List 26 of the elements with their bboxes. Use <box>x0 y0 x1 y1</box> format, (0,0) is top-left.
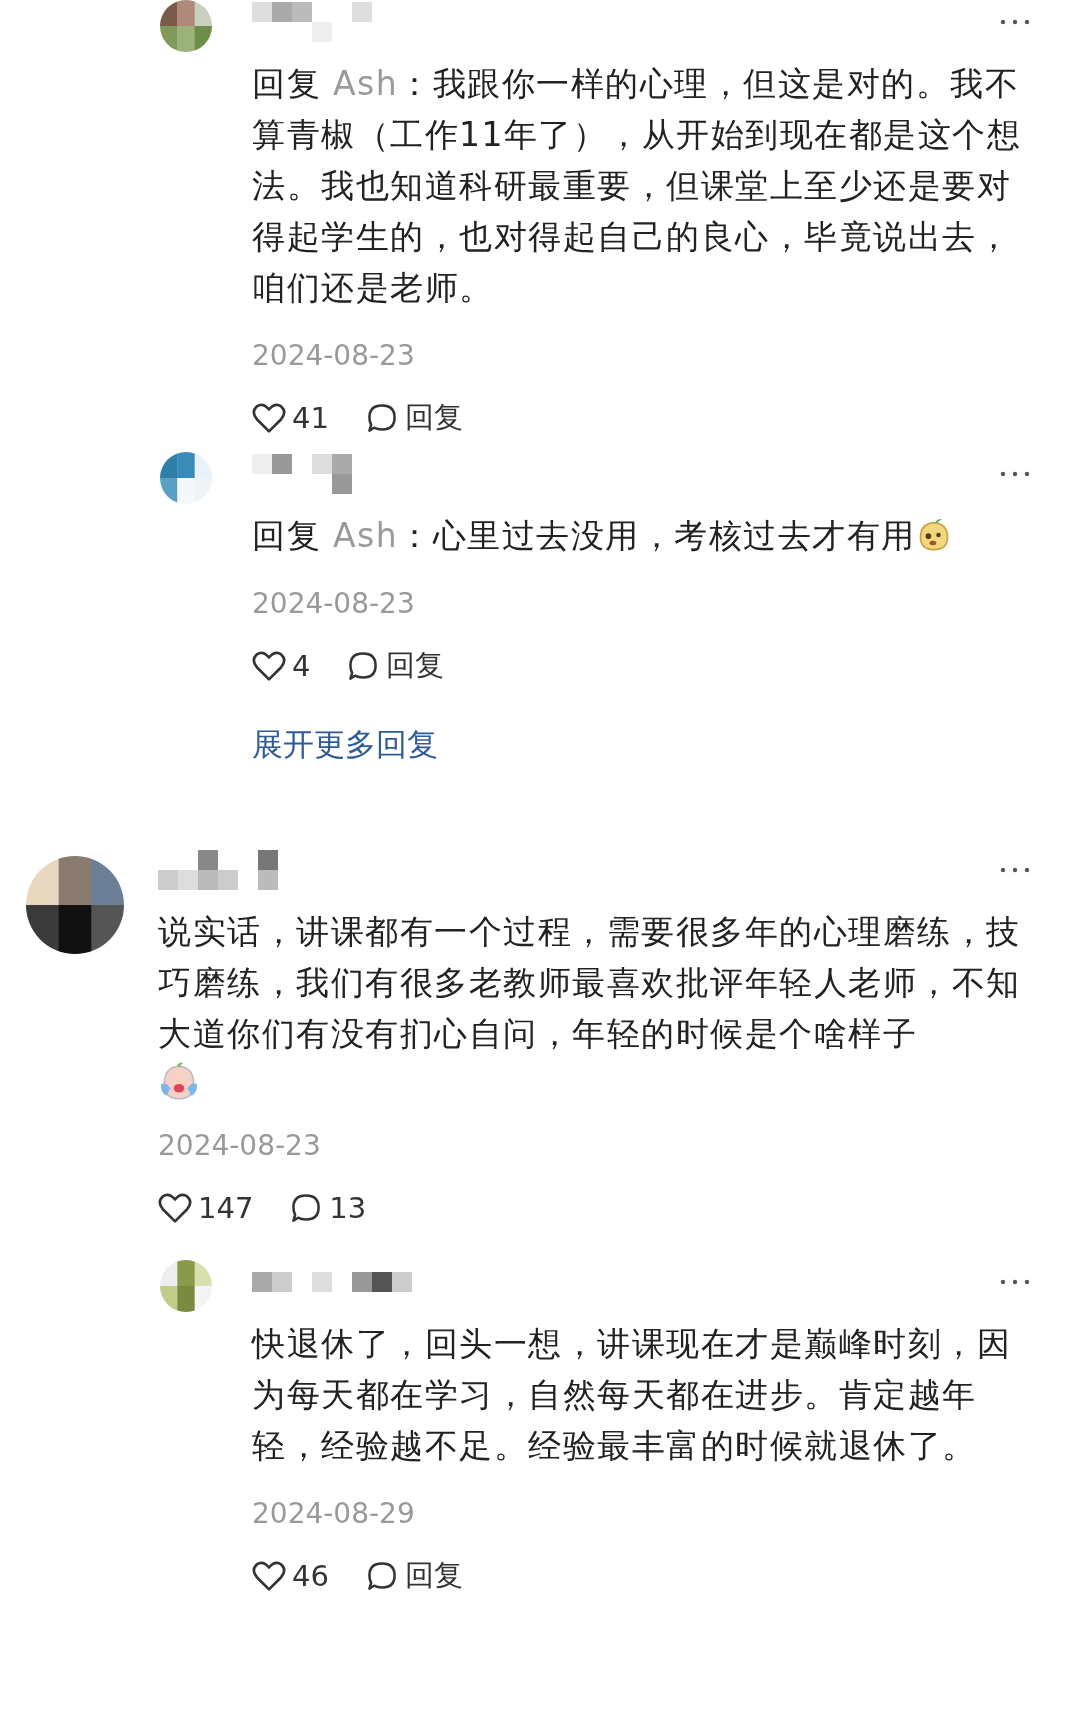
emoji-icon <box>158 1061 200 1103</box>
comment-date: 2024-08-29 <box>252 1497 416 1530</box>
heart-icon <box>252 402 286 434</box>
more-icon[interactable] <box>1000 867 1030 873</box>
expand-replies-link[interactable]: 展开更多回复 <box>252 724 1030 766</box>
like-button[interactable]: 147 <box>158 1191 254 1225</box>
comment-date: 2024-08-23 <box>158 1129 322 1162</box>
reply-button[interactable]: 回复 <box>364 1556 463 1596</box>
comment-text: 说实话，讲课都有一个过程，需要很多年的心理磨练，技巧磨练，我们有很多老教师最喜欢批评年轻人老师，不知大道你们有没有扪心自问，年轻的时候是个啥样子 <box>158 911 1022 1055</box>
replies-button[interactable]: 13 <box>289 1191 367 1225</box>
like-button[interactable]: 46 <box>252 1559 329 1593</box>
comment-date: 2024-08-23 <box>252 339 416 372</box>
heart-icon <box>158 1192 192 1224</box>
comment-date: 2024-08-23 <box>252 587 416 620</box>
more-icon[interactable] <box>1000 1279 1030 1285</box>
heart-icon <box>252 1560 286 1592</box>
comment-text: 回复 Ash：我跟你一样的心理，但这是对的。我不算青椒（工作11年了），从开始到现在都是这个想法。我也知道科研最重要，但课堂上至少还是要对得起学生的，也对得起自己的良心，毕竟说出去，咱们还是老师。 <box>252 63 1023 309</box>
comment-text: 快退休了，回头一想，讲课现在才是巅峰时刻，因为每天都在学习，自然每天都在进步。肯定越年轻，经验越不足。经验最丰富的时候就退休了。 <box>252 1323 1012 1467</box>
more-icon[interactable] <box>1000 19 1030 25</box>
comment-text: 回复 Ash：心里过去没用，考核过去才有用 <box>252 510 1030 561</box>
more-icon[interactable] <box>1000 471 1030 477</box>
like-button[interactable]: 4 <box>252 649 311 683</box>
heart-icon <box>252 650 286 682</box>
reply-button[interactable]: 回复 <box>364 398 463 438</box>
like-button[interactable]: 41 <box>252 401 329 435</box>
reply-button[interactable]: 回复 <box>346 646 445 686</box>
